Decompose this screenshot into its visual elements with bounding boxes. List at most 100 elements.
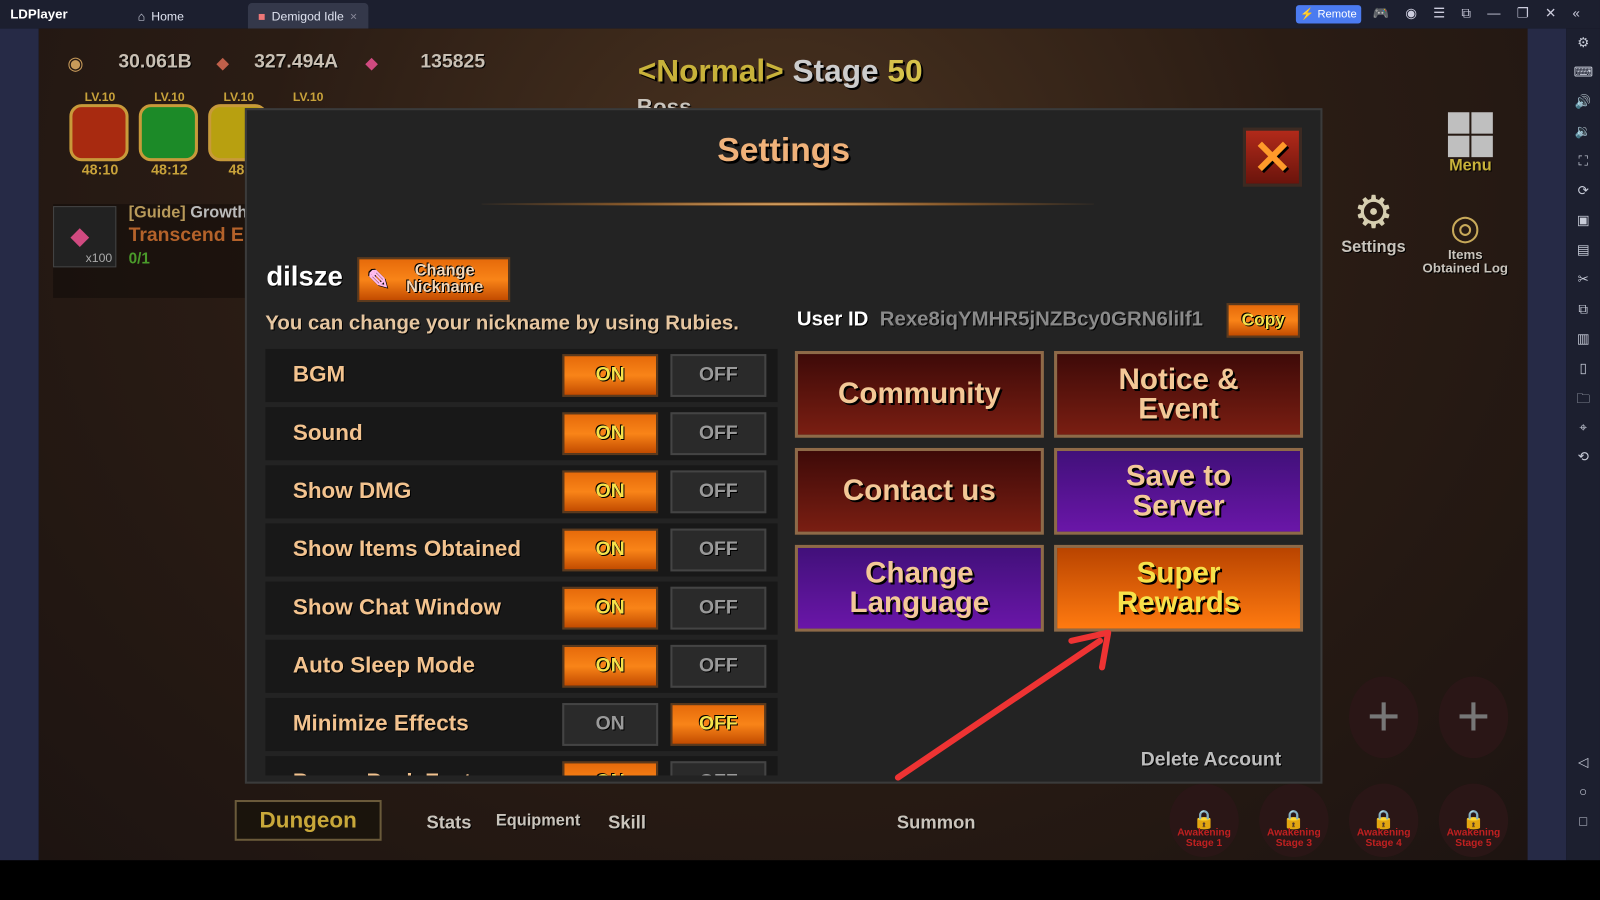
screenshot-icon[interactable]: ⛶ [1573, 153, 1593, 171]
menu-button[interactable]: Menu [1435, 112, 1506, 175]
settings-icon[interactable]: ⚙ [1573, 35, 1593, 53]
minimize-icon[interactable]: — [1487, 5, 1500, 21]
record-icon[interactable]: ▣ [1573, 212, 1593, 230]
window-icon[interactable]: ⧉ [1461, 5, 1470, 21]
awakening-slot[interactable]: 🔒 Awakening Stage 4 [1348, 783, 1419, 858]
back-icon[interactable]: ◁ [1573, 754, 1593, 772]
attack-buff-icon[interactable] [69, 104, 129, 162]
lock-icon: 🔒 [1282, 809, 1306, 830]
home-icon[interactable]: ○ [1573, 784, 1593, 802]
notice-event-button[interactable]: Notice & Event [1054, 351, 1304, 438]
volume-down-icon[interactable]: 🔉 [1573, 123, 1593, 141]
right-margin [1527, 28, 1567, 861]
crystal-amount: 327.494A [254, 51, 339, 73]
on-toggle[interactable]: ON [562, 354, 659, 397]
close-tab-icon[interactable]: × [350, 9, 357, 23]
stage-title: <Normal> Stage 50 [637, 53, 923, 89]
app-logo: LDPlayer [10, 6, 68, 22]
off-toggle[interactable]: OFF [670, 644, 767, 688]
title-divider [481, 202, 1094, 207]
awakening-slot[interactable]: 🔒 Awakening Stage 1 [1169, 783, 1239, 858]
grid-icon [1447, 112, 1493, 158]
left-margin [0, 28, 39, 861]
off-toggle[interactable]: OFF [670, 470, 767, 514]
coin-icon: ◎ [1450, 208, 1481, 247]
shake-icon[interactable]: ▯ [1573, 360, 1593, 378]
option-label: Show Chat Window [292, 593, 501, 620]
option-label: Auto Sleep Mode [292, 652, 475, 678]
off-toggle[interactable]: OFF [670, 412, 767, 456]
skill-nav[interactable]: Skill [608, 812, 646, 833]
keyboard-icon[interactable]: ⌨ [1573, 64, 1593, 82]
stats-nav[interactable]: Stats [427, 812, 472, 833]
on-toggle[interactable]: ON [562, 703, 659, 746]
add-slot-button[interactable]: + [1438, 676, 1509, 759]
on-toggle[interactable]: ON [562, 412, 659, 456]
location-icon[interactable]: ⌖ [1573, 419, 1593, 437]
option-row: Auto Sleep Mode ON OFF [265, 639, 778, 693]
awakening-slot[interactable]: 🔒 Awakening Stage 5 [1438, 783, 1509, 858]
option-label: BGM [292, 361, 346, 387]
ruby-amount: 135825 [420, 51, 486, 73]
gamepad-icon[interactable]: 🎮 [1372, 5, 1389, 21]
volume-up-icon[interactable]: 🔊 [1573, 94, 1593, 112]
option-row: Show Chat Window ON OFF [265, 581, 778, 635]
options-list[interactable]: BGM ON OFF Sound ON OFF Show DMG ON OFF Sho… [265, 347, 779, 776]
collapse-icon[interactable]: « [1572, 5, 1579, 21]
option-label: Show DMG [292, 477, 412, 504]
remote-button[interactable]: ⚡ Remote [1295, 5, 1362, 24]
off-toggle[interactable]: OFF [670, 586, 767, 630]
summon-nav[interactable]: Summon [897, 812, 976, 833]
on-toggle[interactable]: ON [562, 528, 659, 572]
title-bar: LDPlayer ⌂ Home ■ Demigod Idle × ⚡ Remote 🎮… [0, 0, 1600, 29]
restore-icon[interactable]: ❐ [1517, 5, 1529, 21]
apk-icon[interactable]: ▤ [1573, 242, 1593, 260]
cut-icon[interactable]: ✂ [1573, 271, 1593, 289]
close-icon[interactable]: ✕ [1545, 5, 1556, 21]
save-to-server-button[interactable]: Save to Server [1054, 447, 1304, 535]
equipment-nav[interactable]: Equipment [496, 812, 580, 830]
settings-shortcut[interactable]: ⚙ Settings [1335, 187, 1413, 257]
option-row: Show Items Obtained ON OFF [265, 523, 778, 577]
menu-icon[interactable]: ☰ [1433, 5, 1445, 21]
nickname-hint: You can change your nickname by using Ru… [265, 312, 739, 335]
off-toggle[interactable]: OFF [670, 761, 767, 776]
off-toggle[interactable]: OFF [670, 703, 767, 746]
on-toggle[interactable]: ON [562, 470, 659, 514]
dungeon-button[interactable]: Dungeon [234, 799, 382, 841]
on-toggle[interactable]: ON [562, 586, 659, 630]
awakening-slot[interactable]: 🔒 Awakening Stage 3 [1259, 783, 1329, 858]
option-row: Minimize Effects ON OFF [265, 697, 778, 752]
off-toggle[interactable]: OFF [670, 354, 767, 397]
sync-icon[interactable]: ⟳ [1573, 183, 1593, 201]
rotate-icon[interactable]: ⟲ [1573, 449, 1593, 467]
operations-icon[interactable]: ▥ [1573, 331, 1593, 349]
option-label: Show Items Obtained [292, 535, 522, 562]
tab-demigod-idle[interactable]: ■ Demigod Idle × [247, 3, 369, 29]
ruby-icon: ◆ [70, 222, 90, 250]
community-button[interactable]: Community [794, 351, 1044, 438]
off-toggle[interactable]: OFF [670, 528, 767, 572]
option-row: Sound ON OFF [265, 407, 778, 461]
delete-account-link[interactable]: Delete Account [1141, 749, 1281, 771]
close-button[interactable]: ✕ [1242, 127, 1303, 187]
change-nickname-button[interactable]: ✎ Change Nickname [357, 257, 511, 303]
user-id: User ID Rexe8iqYMHR5jNZBcy0GRN6liIf1 [796, 308, 1203, 331]
multi-instance-icon[interactable]: ⧉ [1573, 301, 1593, 319]
on-toggle[interactable]: ON [562, 644, 659, 688]
change-language-button[interactable]: Change Language [794, 544, 1044, 632]
option-row: Show DMG ON OFF [265, 465, 778, 519]
account-icon[interactable]: ◉ [1405, 5, 1417, 21]
health-buff-icon[interactable] [138, 104, 198, 162]
super-rewards-button[interactable]: Super Rewards [1054, 544, 1304, 632]
contact-us-button[interactable]: Contact us [794, 447, 1044, 535]
on-toggle[interactable]: ON [562, 761, 659, 776]
folder-icon[interactable]: 🗀 [1573, 390, 1593, 408]
gear-icon: ⚙ [1353, 187, 1394, 238]
guide-quest[interactable]: ◆ x100 [Guide] Growth Transcend E 0/1 [53, 204, 258, 298]
copy-button[interactable]: Copy [1226, 303, 1300, 338]
tab-home[interactable]: ⌂ Home [128, 3, 195, 29]
recents-icon[interactable]: □ [1573, 813, 1593, 831]
add-slot-button[interactable]: + [1348, 676, 1419, 759]
items-obtained-log-button[interactable]: ◎ Items Obtained Log [1418, 207, 1512, 274]
